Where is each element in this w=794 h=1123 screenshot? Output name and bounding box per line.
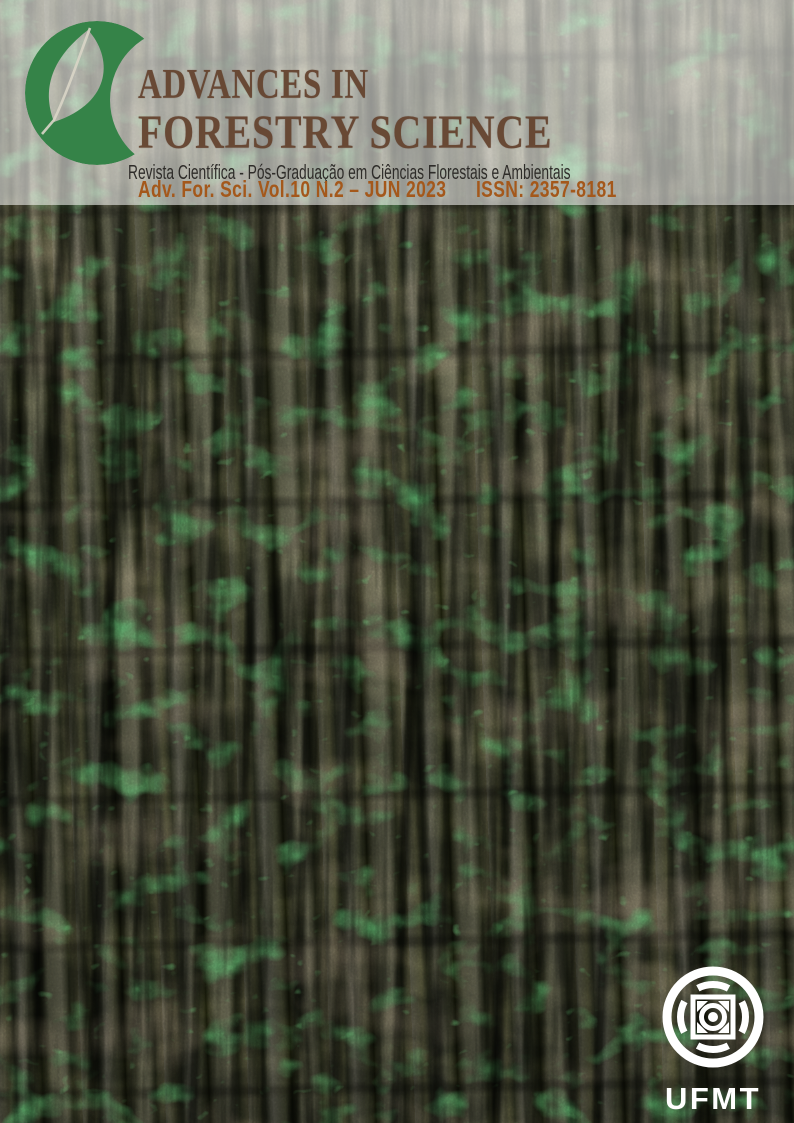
edition-citation: Adv. For. Sci. Vol.10 N.2 – JUN 2023	[138, 176, 446, 202]
journal-titles: ADVANCES IN FORESTRY SCIENCE Revista Cie…	[138, 64, 769, 185]
masthead: ADVANCES IN FORESTRY SCIENCE Revista Cie…	[0, 0, 794, 205]
ufmt-center-dot	[708, 1012, 718, 1022]
journal-title: ADVANCES IN FORESTRY SCIENCE	[138, 64, 769, 157]
ufmt-emblem-icon	[658, 962, 768, 1072]
issn-number: ISSN: 2357-8181	[476, 176, 617, 202]
journal-title-line2: FORESTRY SCIENCE	[138, 109, 662, 157]
publisher-mark: UFMT	[653, 962, 773, 1114]
edition-line: Adv. For. Sci. Vol.10 N.2 – JUN 2023 ISS…	[138, 176, 617, 203]
journal-cover: ADVANCES IN FORESTRY SCIENCE Revista Cie…	[0, 0, 794, 1123]
publisher-name: UFMT	[653, 1083, 773, 1114]
journal-title-line1: ADVANCES IN	[138, 64, 630, 106]
